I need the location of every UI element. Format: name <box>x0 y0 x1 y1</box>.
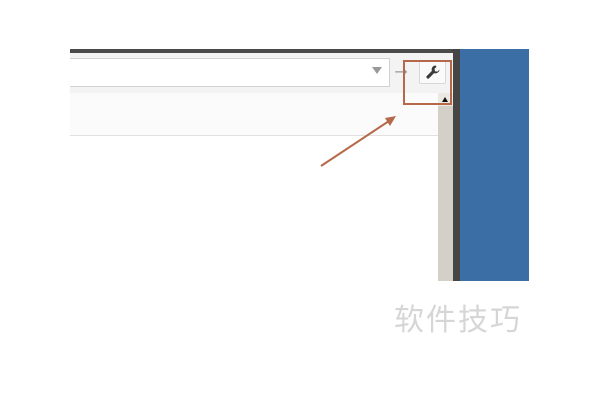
annotation-arrow <box>320 116 396 167</box>
screenshot-stage: → 软件技巧 <box>0 0 600 400</box>
watermark-text: 软件技巧 <box>394 303 522 338</box>
